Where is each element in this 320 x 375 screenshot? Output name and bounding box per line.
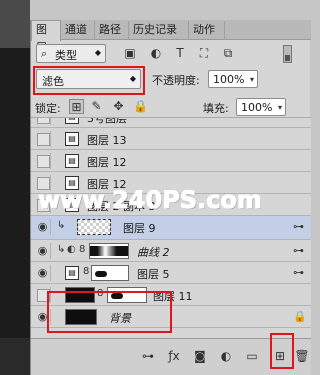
canvas-gray-strip (0, 0, 30, 48)
clipping-arrow-icon: ↳ (57, 244, 66, 255)
tab-actions[interactable]: 动作 (189, 21, 225, 40)
smart-object-icon: ▤ (65, 132, 79, 146)
selected-layer-highlight (47, 291, 172, 333)
fill-value: 100% (241, 101, 273, 114)
lock-icon: 🔒 (293, 310, 307, 323)
chevron-down-icon[interactable]: ▾ (250, 75, 254, 84)
eye-icon[interactable]: ◉ (35, 265, 51, 281)
tab-history[interactable]: 历史记录 (129, 21, 189, 40)
tab-layers[interactable]: 图层 (31, 20, 61, 54)
adjustment-filter-icon[interactable]: ◐ (149, 46, 163, 60)
layer-row[interactable]: ▤ 3号图层 (31, 118, 311, 128)
visibility-checkbox[interactable] (35, 118, 51, 125)
link-icon: ⊶ (293, 266, 304, 279)
visibility-checkbox[interactable] (35, 153, 51, 169)
layer-name: 图层 13 (87, 134, 127, 147)
trash-icon[interactable]: 🗑 (293, 347, 311, 365)
layer-style-fx-icon[interactable]: ƒx (165, 347, 183, 365)
layer-thumbnail (77, 219, 111, 235)
search-icon: ⌕ (41, 47, 48, 60)
layer-row[interactable]: ▤ 图层 13 (31, 128, 311, 150)
document-canvas (0, 0, 30, 375)
chain-link-icon: 8 (83, 266, 90, 277)
panel-tabs: 图层 通道 路径 历史记录 动作 (31, 20, 311, 54)
lock-transparent-pixels-icon[interactable]: ⊞ (69, 99, 84, 114)
link-icon: ⊶ (293, 220, 304, 233)
smart-object-filter-icon[interactable]: ⧉ (221, 46, 235, 60)
blend-row: 滤色 ◆ 不透明度: 100% ▾ (31, 66, 311, 95)
panel-footer: ⊶ ƒx ◙ ◐ ▭ ⊞ 🗑 (31, 338, 311, 375)
lock-row: 锁定: ⊞ ✎ ✥ 🔒 填充: 100% ▾ (31, 96, 311, 118)
fill-label: 填充: (203, 102, 229, 115)
filter-row: ⌕ 类型 ◆ ▣ ◐ T ⛶ ⧉ (31, 42, 311, 66)
layer-mask-thumbnail (91, 265, 129, 281)
new-layer-highlight (270, 333, 294, 369)
clipping-arrow-icon: ↳ (57, 220, 66, 231)
blend-mode-highlight (33, 66, 145, 95)
chain-link-icon: 8 (79, 244, 86, 255)
smart-object-icon: ▤ (65, 118, 79, 124)
new-group-icon[interactable]: ▭ (243, 347, 261, 365)
image-filter-icon[interactable]: ▣ (123, 46, 137, 60)
kind-filter-select[interactable]: ⌕ 类型 ◆ (36, 44, 106, 63)
smart-object-icon: ▤ (65, 154, 79, 168)
opacity-field[interactable]: 100% ▾ (208, 70, 258, 88)
curve-mask-thumbnail (89, 243, 129, 259)
visibility-checkbox[interactable] (35, 131, 51, 147)
eye-icon[interactable]: ◉ (35, 243, 51, 259)
layer-row-selected[interactable]: ◉ ↳ 图层 9 ⊶ (31, 216, 311, 240)
lock-position-icon[interactable]: ✥ (111, 99, 126, 114)
lock-all-icon[interactable]: 🔒 (133, 99, 148, 114)
filter-toggle[interactable] (283, 45, 292, 63)
link-icon: ⊶ (293, 244, 304, 257)
eye-icon[interactable]: ◉ (35, 219, 51, 235)
link-layers-icon[interactable]: ⊶ (139, 347, 157, 365)
layer-row[interactable]: ◉ ▤ 8 图层 5 ⊶ (31, 262, 311, 284)
kind-filter-label: 类型 (55, 49, 77, 62)
type-filter-icon[interactable]: T (173, 46, 187, 60)
adjustment-layer-icon[interactable]: ◐ (217, 347, 235, 365)
layer-name: 图层 12 (87, 156, 127, 169)
watermark: www.240PS.com (38, 186, 263, 215)
chevron-down-icon: ◆ (94, 48, 101, 57)
fill-field[interactable]: 100% ▾ (236, 98, 286, 116)
layer-name: 图层 9 (123, 222, 156, 235)
chevron-down-icon[interactable]: ▾ (278, 103, 282, 112)
layer-name: 曲线 2 (137, 246, 170, 259)
opacity-value: 100% (213, 73, 245, 86)
layer-row[interactable]: ◉ ↳ ◐ 8 曲线 2 ⊶ (31, 240, 311, 262)
opacity-label: 不透明度: (152, 74, 200, 87)
adjustment-icon: ◐ (67, 244, 76, 255)
tab-paths[interactable]: 路径 (95, 21, 129, 40)
layer-name: 图层 5 (137, 268, 170, 281)
smart-object-icon: ▤ (65, 266, 79, 280)
layer-name: 3号图层 (87, 118, 127, 125)
lock-label: 锁定: (35, 102, 61, 115)
add-mask-icon[interactable]: ◙ (191, 347, 209, 365)
shape-filter-icon[interactable]: ⛶ (197, 46, 211, 60)
canvas-bottom (0, 338, 30, 375)
tab-channels[interactable]: 通道 (61, 21, 95, 40)
layer-row[interactable]: ▤ 图层 12 (31, 150, 311, 172)
lock-image-pixels-icon[interactable]: ✎ (89, 99, 104, 114)
